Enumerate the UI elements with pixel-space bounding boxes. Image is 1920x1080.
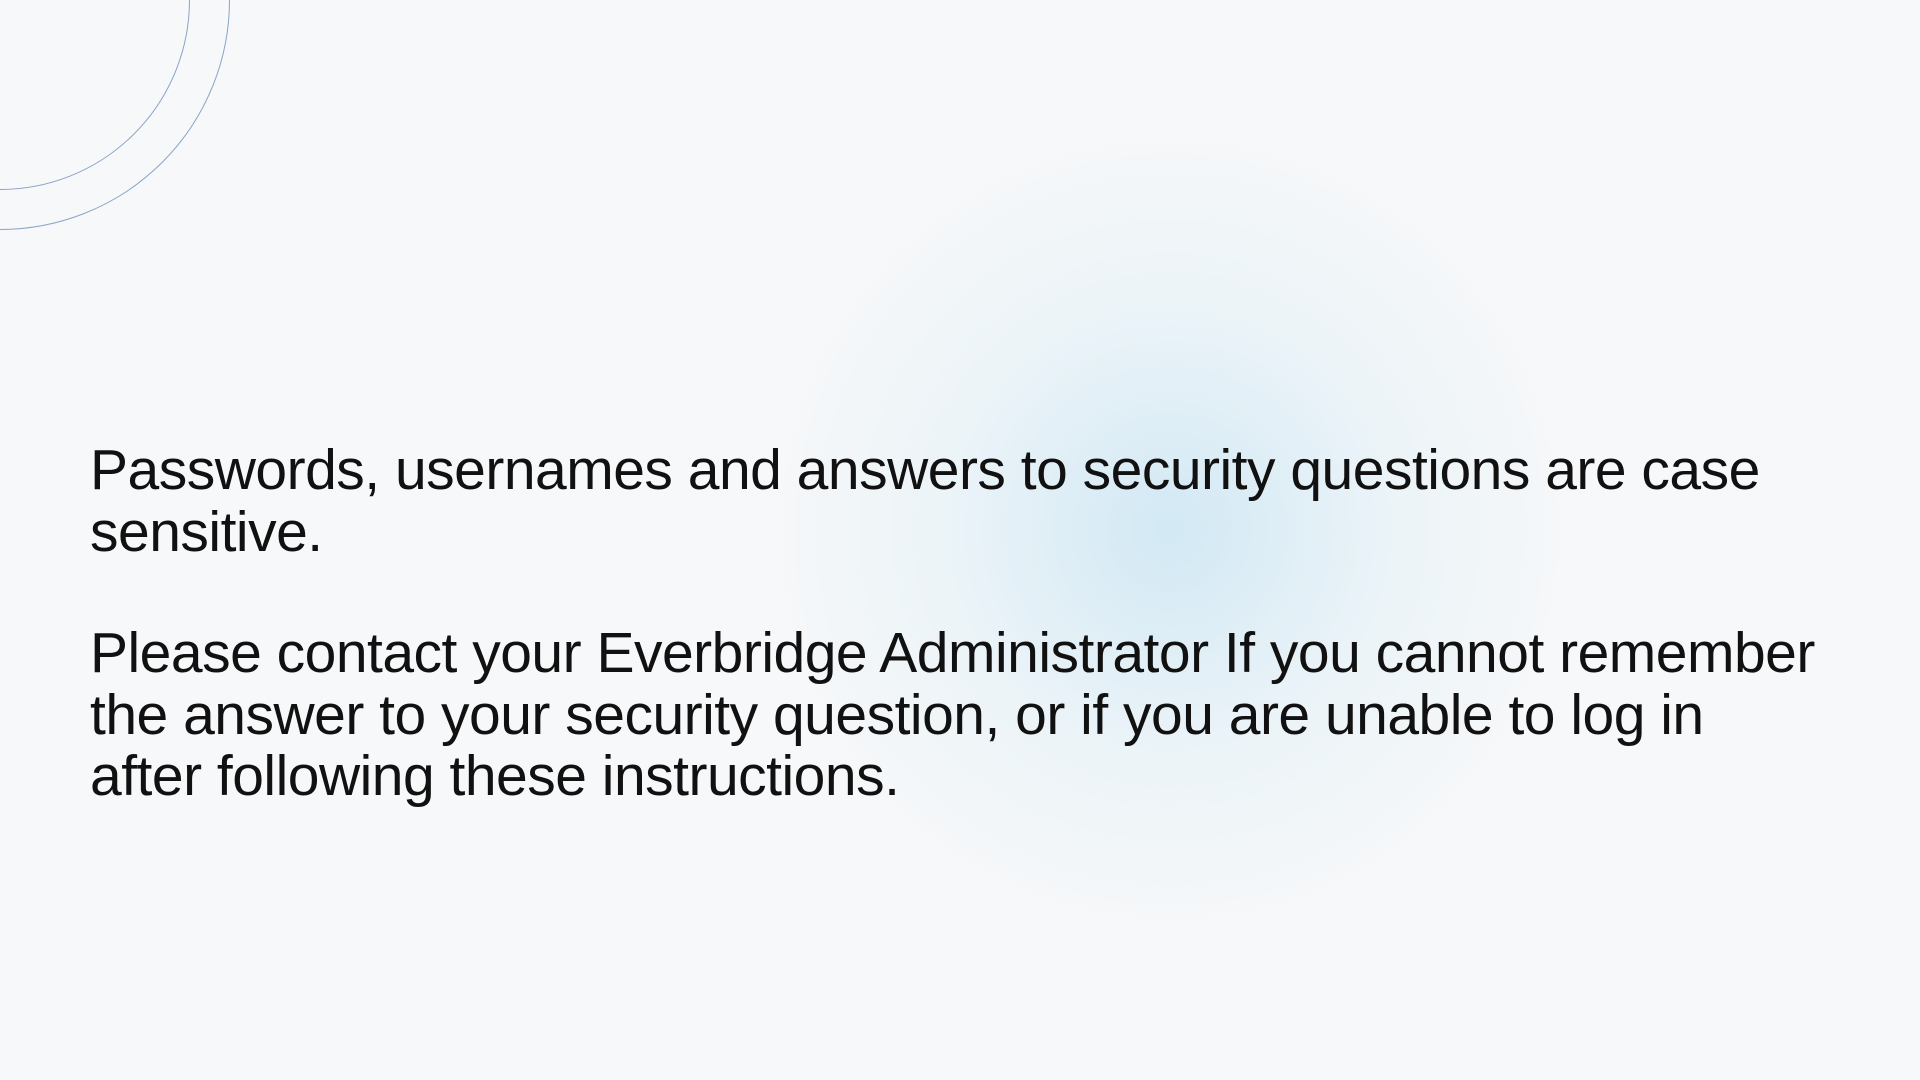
arc-outer-icon bbox=[0, 0, 230, 230]
contact-admin-note: Please contact your Everbridge Administr… bbox=[90, 623, 1830, 808]
case-sensitive-note: Passwords, usernames and answers to secu… bbox=[90, 440, 1830, 563]
arc-inner-icon bbox=[0, 0, 190, 190]
main-content: Passwords, usernames and answers to secu… bbox=[90, 440, 1830, 868]
